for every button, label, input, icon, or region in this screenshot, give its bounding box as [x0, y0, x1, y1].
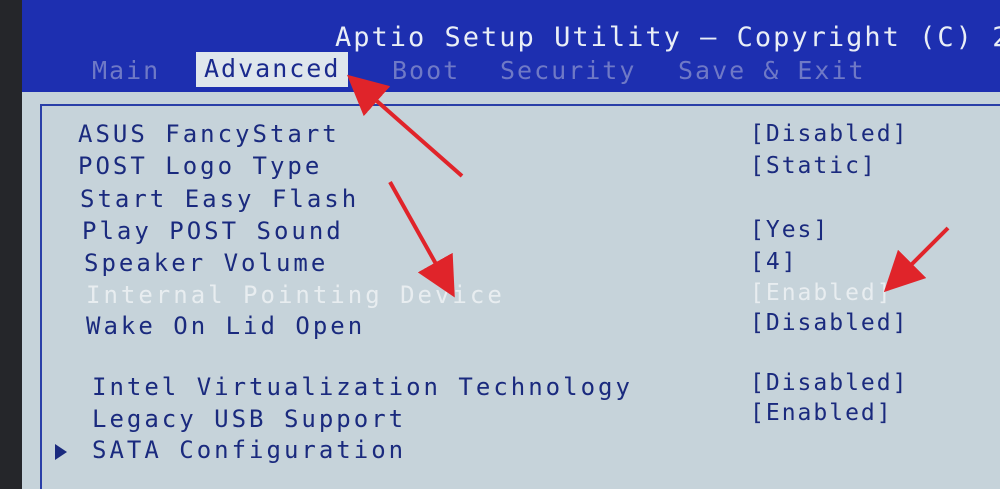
bios-screen: Aptio Setup Utility – Copyright (C) 20 M…: [0, 0, 1000, 489]
red-arrow-icon: [388, 181, 455, 298]
annotation-arrows: [346, 74, 950, 298]
red-arrow-icon: [346, 74, 464, 178]
red-arrow-icon: [883, 226, 950, 293]
